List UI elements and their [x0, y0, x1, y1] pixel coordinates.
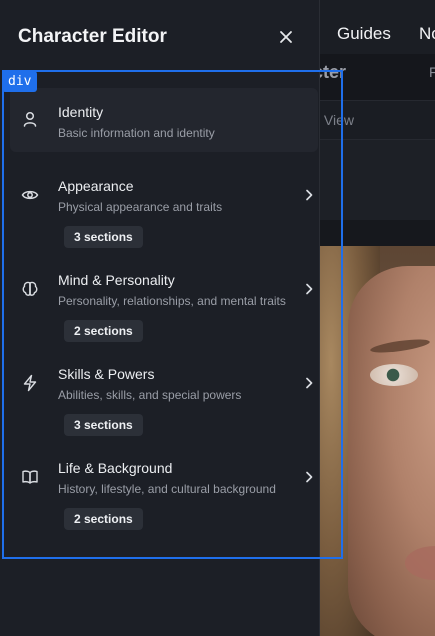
close-button[interactable] — [272, 23, 300, 51]
nav-link-truncated[interactable]: No — [419, 24, 435, 44]
drawer-title: Character Editor — [18, 26, 167, 47]
page-title-suffix: F — [429, 64, 435, 80]
nav-link-guides[interactable]: Guides — [337, 24, 391, 44]
close-icon — [280, 31, 292, 43]
drawer-header: Character Editor — [0, 0, 320, 68]
element-highlight-outline — [2, 70, 343, 559]
portrait-eye — [370, 364, 418, 386]
portrait-face — [348, 266, 435, 636]
element-highlight-badge: div — [2, 71, 38, 92]
